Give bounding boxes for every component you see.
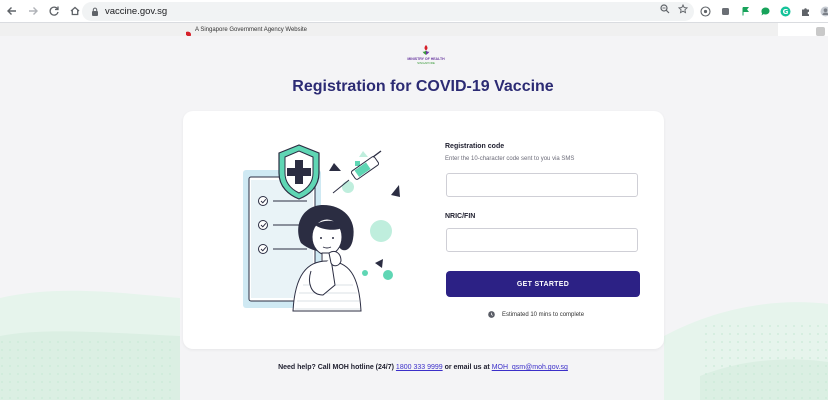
browser-toolbar: vaccine.gov.sg G: [0, 0, 828, 23]
scroll-indicator: [816, 27, 825, 36]
arrow-left-icon: [7, 7, 16, 15]
extension-puzzle-icon[interactable]: [720, 4, 731, 15]
syringe-icon: [332, 150, 382, 194]
estimate-text: Estimated 10 mins to complete: [502, 311, 585, 318]
zoom-icon[interactable]: [660, 4, 670, 17]
estimated-time: Estimated 10 mins to complete: [488, 311, 584, 318]
profile-avatar-icon[interactable]: [820, 4, 828, 17]
hotline-link[interactable]: 1800 333 9999: [396, 364, 443, 371]
help-prefix: Need help? Call MOH hotline (24/7): [278, 364, 394, 371]
get-started-button[interactable]: GET STARTED: [446, 271, 640, 297]
info-circle-icon[interactable]: [700, 4, 711, 17]
reload-button[interactable]: [45, 2, 63, 20]
vaccine-illustration: [243, 144, 400, 312]
moh-logo-icon: [422, 45, 430, 55]
nric-fin-input[interactable]: [446, 228, 638, 252]
forward-button[interactable]: [24, 2, 42, 20]
flag-green-icon[interactable]: [740, 4, 751, 16]
clock-icon: [488, 311, 495, 318]
help-line: Need help? Call MOH hotline (24/7) 1800 …: [0, 364, 828, 371]
puzzle-piece-icon[interactable]: [800, 4, 811, 16]
chat-green-icon[interactable]: [760, 4, 771, 16]
masthead-text: A Singapore Government Agency Website: [195, 26, 307, 33]
email-link[interactable]: MOH_qsm@moh.gov.sg: [492, 364, 568, 371]
page-content: MINISTRY OF HEALTH SINGAPORE Registratio…: [0, 36, 828, 400]
reload-icon: [49, 6, 59, 16]
registration-card: Registration code Enter the 10-character…: [183, 111, 664, 349]
extension-bar: G: [700, 4, 828, 17]
moh-logo: MINISTRY OF HEALTH SINGAPORE: [407, 44, 445, 65]
grammar-extension-icon[interactable]: G: [780, 4, 791, 17]
nric-fin-label: NRIC/FIN: [445, 213, 476, 220]
svg-text:G: G: [783, 8, 789, 16]
singapore-lion-icon: [185, 26, 192, 38]
logo-line2: SINGAPORE: [417, 61, 435, 65]
registration-code-label: Registration code: [445, 143, 505, 150]
home-icon: [70, 6, 80, 16]
registration-code-help: Enter the 10-character code sent to you …: [445, 156, 575, 162]
back-button[interactable]: [3, 2, 21, 20]
gov-masthead: A Singapore Government Agency Website: [0, 23, 778, 38]
url-text: vaccine.gov.sg: [105, 6, 168, 17]
address-bar[interactable]: vaccine.gov.sg: [82, 2, 694, 21]
bookmark-star-icon[interactable]: [677, 3, 689, 17]
registration-code-input[interactable]: [446, 173, 638, 197]
help-middle: or email us at: [444, 364, 490, 371]
page-title: Registration for COVID-19 Vaccine: [292, 78, 554, 95]
arrow-right-icon: [29, 7, 38, 15]
lock-icon: [88, 7, 102, 16]
